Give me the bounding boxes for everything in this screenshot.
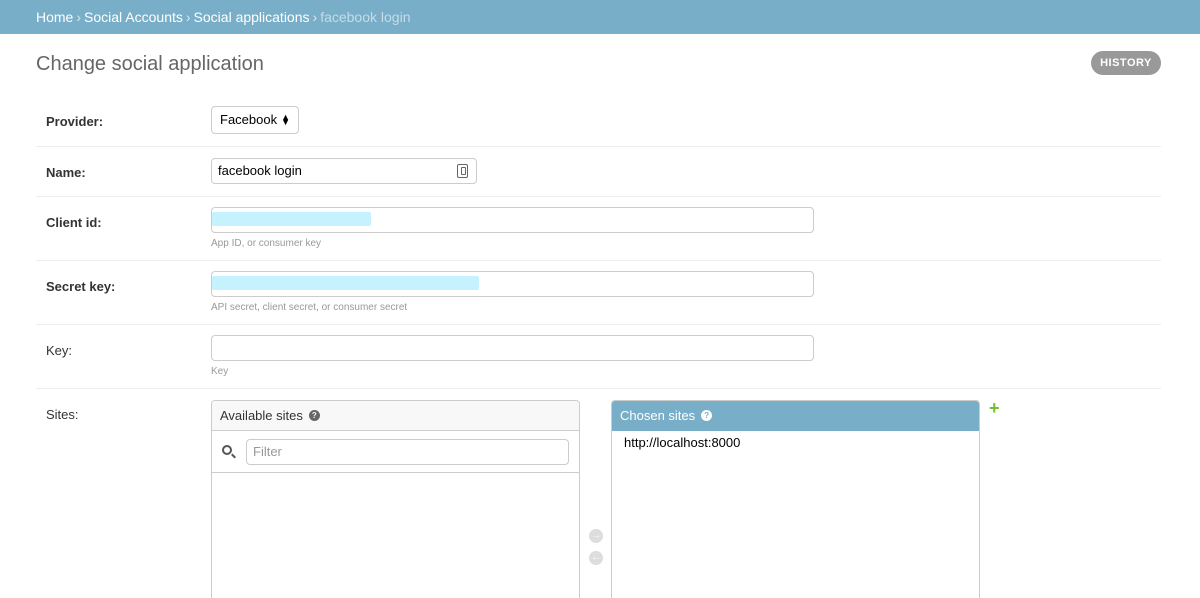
contact-card-icon[interactable] xyxy=(457,164,468,178)
provider-select[interactable]: Facebook ▲ ▼ xyxy=(211,106,300,134)
name-input[interactable]: facebook login xyxy=(211,158,477,184)
page-title: Change social application xyxy=(36,53,264,75)
history-button[interactable]: HISTORY xyxy=(1091,51,1161,75)
breadcrumb-home-link[interactable]: Home xyxy=(36,9,73,25)
available-sites-box: Available sites ? Filter xyxy=(211,400,580,598)
help-icon[interactable]: ? xyxy=(701,410,713,421)
chosen-sites-list[interactable]: http://localhost:8000 xyxy=(612,431,979,452)
provider-row: Provider: Facebook ▲ ▼ xyxy=(36,97,1161,147)
add-site-icon[interactable]: + xyxy=(989,399,1000,417)
breadcrumb-current: facebook login xyxy=(320,9,411,25)
breadcrumb: Home › Social Accounts › Social applications… xyxy=(0,0,1200,34)
redacted-value xyxy=(212,276,479,290)
chosen-site-option[interactable]: http://localhost:8000 xyxy=(612,433,979,452)
chosen-sites-title: Chosen sites xyxy=(620,407,696,423)
select-arrows-icon: ▲ ▼ xyxy=(281,112,291,127)
help-icon[interactable]: ? xyxy=(308,410,320,421)
remove-arrow-icon[interactable]: ← xyxy=(589,551,603,565)
available-sites-title: Available sites xyxy=(220,407,303,423)
chosen-sites-header: Chosen sites ? xyxy=(612,401,979,431)
available-sites-header: Available sites ? xyxy=(212,401,579,431)
client-id-label: Client id: xyxy=(46,215,102,230)
name-label: Name: xyxy=(46,165,86,180)
key-row: Key: Key xyxy=(36,325,1161,389)
secret-key-help: API secret, client secret, or consumer s… xyxy=(211,302,408,313)
client-id-input[interactable] xyxy=(211,207,814,233)
filter-input[interactable]: Filter xyxy=(246,439,569,465)
secret-key-label: Secret key: xyxy=(46,279,116,294)
chosen-sites-box: Chosen sites ? http://localhost:8000 xyxy=(611,400,980,598)
name-row: Name: facebook login xyxy=(36,147,1161,197)
secret-key-input[interactable] xyxy=(211,271,814,297)
sites-label: Sites: xyxy=(46,407,79,422)
provider-label: Provider: xyxy=(46,114,104,129)
choose-arrow-icon[interactable]: → xyxy=(589,529,603,543)
client-id-row: Client id: App ID, or consumer key xyxy=(36,197,1161,261)
provider-select-value: Facebook xyxy=(220,112,278,127)
breadcrumb-separator: › xyxy=(185,9,191,25)
breadcrumb-social-accounts-link[interactable]: Social Accounts xyxy=(84,9,183,25)
redacted-value xyxy=(212,212,371,226)
secret-key-row: Secret key: API secret, client secret, o… xyxy=(36,261,1161,325)
client-id-help: App ID, or consumer key xyxy=(211,238,322,249)
key-help: Key xyxy=(211,366,229,377)
breadcrumb-social-applications-link[interactable]: Social applications xyxy=(194,9,310,25)
breadcrumb-separator: › xyxy=(312,9,318,25)
name-input-value: facebook login xyxy=(218,163,302,178)
breadcrumb-separator: › xyxy=(76,9,82,25)
filter-bar: Filter xyxy=(212,431,579,473)
search-icon xyxy=(222,445,232,455)
key-label: Key: xyxy=(46,343,73,358)
key-input[interactable] xyxy=(211,335,814,361)
